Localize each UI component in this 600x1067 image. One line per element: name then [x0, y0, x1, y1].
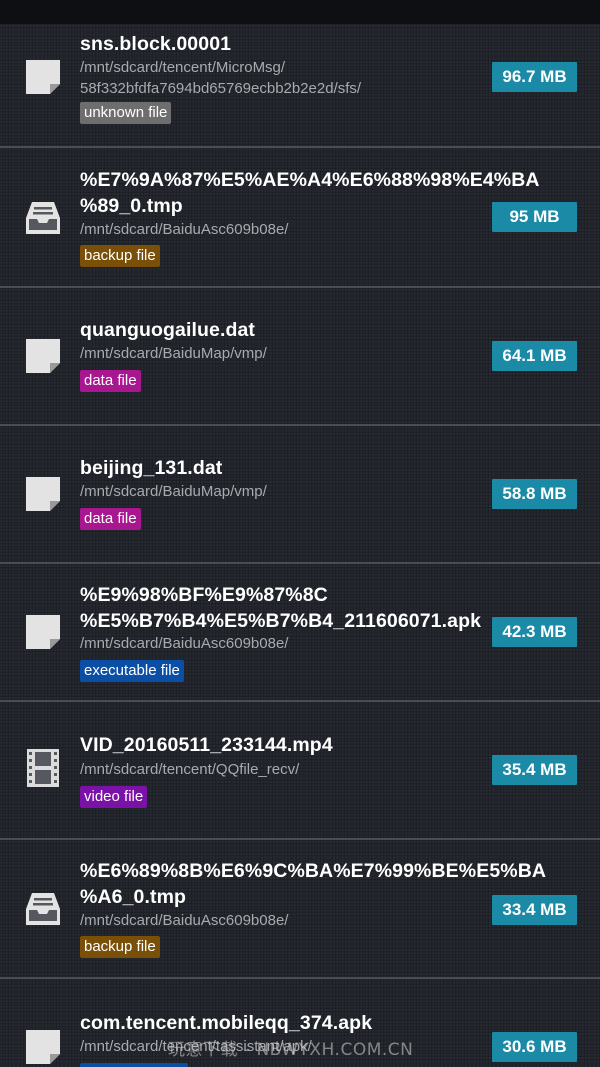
file-type-badge: executable file	[80, 660, 184, 682]
file-name: VID_20160511_233144.mp4	[80, 734, 333, 756]
file-type-badge: backup file	[80, 936, 160, 958]
file-type-badge: video file	[80, 786, 148, 808]
file-size: 42.3 MB	[492, 617, 577, 647]
file-name: sns.block.00001	[80, 33, 232, 55]
archive-tray-icon	[24, 198, 62, 236]
file-type-badge: backup file	[80, 245, 160, 267]
archive-tray-icon	[24, 889, 62, 927]
file-name: %E6%89%8B%E6%9C%BA%E7%99%BE%E5%BA %A6_0.…	[80, 860, 547, 908]
file-size: 95 MB	[492, 202, 577, 232]
file-size: 30.6 MB	[492, 1032, 577, 1062]
document-icon	[24, 58, 62, 96]
file-path: /mnt/sdcard/tencent/QQfile_recv/	[80, 761, 300, 778]
file-size: 58.8 MB	[492, 479, 577, 509]
file-size: 35.4 MB	[492, 755, 577, 785]
file-path: /mnt/sdcard/BaiduAsc609b08e/	[80, 912, 289, 929]
file-type-badge: unknown file	[80, 102, 172, 124]
file-name: com.tencent.mobileqq_374.apk	[80, 1012, 373, 1034]
status-bar	[0, 0, 600, 24]
file-path: /mnt/sdcard/tencent/MicroMsg/ 58f332bfdf…	[80, 59, 362, 97]
file-row[interactable]: %E9%98%BF%E9%87%8C %E5%B7%B4%E5%B7%B4_21…	[0, 563, 600, 702]
file-row[interactable]: beijing_131.dat /mnt/sdcard/BaiduMap/vmp…	[0, 425, 600, 564]
file-path: /mnt/sdcard/BaiduAsc609b08e/	[80, 221, 289, 238]
document-icon	[24, 475, 62, 513]
file-row[interactable]: %E7%9A%87%E5%AE%A4%E6%88%98%E4%BA %89_0.…	[0, 148, 600, 288]
document-icon	[24, 337, 62, 375]
file-name: beijing_131.dat	[80, 457, 223, 479]
file-path: /mnt/sdcard/BaiduAsc609b08e/	[80, 635, 289, 652]
file-path: /mnt/sdcard/BaiduMap/vmp/	[80, 345, 267, 362]
file-name: %E9%98%BF%E9%87%8C %E5%B7%B4%E5%B7%B4_21…	[80, 584, 482, 632]
file-name: quanguogailue.dat	[80, 319, 256, 341]
file-type-badge	[80, 1063, 188, 1067]
document-icon	[24, 1028, 62, 1066]
watermark: 玩意下载 - NBWYXH.COM.CN	[168, 1040, 414, 1060]
file-row[interactable]: %E6%89%8B%E6%9C%BA%E7%99%BE%E5%BA %A6_0.…	[0, 839, 600, 979]
file-row[interactable]: quanguogailue.dat /mnt/sdcard/BaiduMap/v…	[0, 287, 600, 426]
file-size: 64.1 MB	[492, 341, 577, 371]
file-row[interactable]: VID_20160511_233144.mp4 /mnt/sdcard/tenc…	[0, 701, 600, 840]
file-name: %E7%9A%87%E5%AE%A4%E6%88%98%E4%BA %89_0.…	[80, 169, 540, 217]
file-path: /mnt/sdcard/BaiduMap/vmp/	[80, 483, 267, 500]
file-size: 33.4 MB	[492, 895, 577, 925]
file-type-badge: data file	[80, 370, 141, 392]
file-type-badge: data file	[80, 508, 141, 530]
film-icon	[24, 749, 62, 787]
document-icon	[24, 613, 62, 651]
file-size: 96.7 MB	[492, 62, 577, 92]
